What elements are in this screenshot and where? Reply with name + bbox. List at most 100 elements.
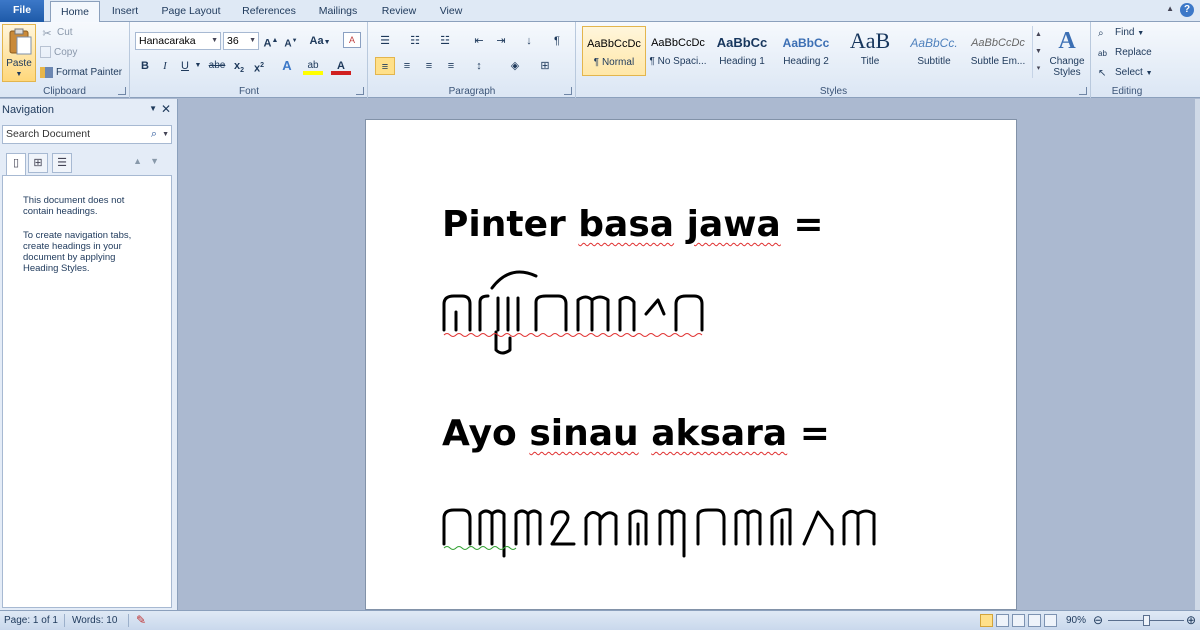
help-icon[interactable]: ? — [1180, 3, 1194, 17]
tab-mailings[interactable]: Mailings — [310, 1, 366, 22]
word-count[interactable]: Words: 10 — [72, 611, 117, 630]
style-heading-2[interactable]: AaBbCc Heading 2 — [774, 26, 838, 76]
style-heading-1[interactable]: AaBbCc Heading 1 — [710, 26, 774, 76]
paragraph-launcher-icon[interactable] — [564, 87, 572, 95]
styles-group-label: Styles — [819, 86, 848, 97]
tab-review[interactable]: Review — [374, 1, 424, 22]
vertical-scrollbar[interactable] — [1195, 99, 1200, 610]
zoom-slider-thumb[interactable] — [1143, 615, 1150, 626]
page-count[interactable]: Page: 1 of 1 — [4, 611, 58, 630]
align-left-icon[interactable]: ≡ — [375, 57, 395, 75]
tab-insert[interactable]: Insert — [104, 1, 146, 22]
align-right-icon[interactable]: ≡ — [419, 57, 439, 75]
zoom-level[interactable]: 90% — [1066, 611, 1086, 630]
zoom-in-icon[interactable]: ⊕ — [1186, 611, 1196, 630]
show-formatting-icon[interactable]: ¶ — [547, 32, 567, 50]
navigation-body: This document does not contain headings.… — [2, 175, 172, 608]
chevron-up-icon[interactable]: ▲ — [133, 156, 150, 166]
change-styles-button[interactable]: A Change Styles — [1046, 26, 1088, 82]
misspelled-word[interactable]: aksara — [651, 413, 787, 454]
tab-page-layout[interactable]: Page Layout — [154, 1, 228, 22]
highlight-icon[interactable]: ab — [303, 57, 323, 75]
proofing-icon[interactable]: ✎ — [136, 611, 146, 630]
tab-file[interactable]: File — [0, 0, 44, 22]
styles-launcher-icon[interactable] — [1079, 87, 1087, 95]
chevron-down-icon[interactable]: ▼ — [149, 104, 157, 113]
select-button[interactable]: ↖ Select ▼ — [1098, 64, 1153, 82]
nav-arrows[interactable]: ▲▼ — [133, 156, 167, 166]
increase-indent-icon[interactable]: ⇥ — [491, 32, 511, 50]
font-size-select[interactable]: 36 ▼ — [223, 32, 259, 50]
find-button[interactable]: ⌕ Find ▼ — [1098, 24, 1144, 42]
style-subtitle[interactable]: AaBbCc. Subtitle — [902, 26, 966, 76]
tab-results[interactable]: ☰ — [52, 153, 72, 173]
tab-pages[interactable]: ⊞ — [28, 153, 48, 173]
close-icon[interactable]: ✕ — [161, 102, 171, 116]
misspelled-word[interactable]: basa — [578, 204, 674, 245]
draft-icon[interactable] — [1044, 614, 1057, 627]
ribbon-minimize-icon[interactable]: ▲ — [1166, 4, 1174, 13]
shading-icon[interactable]: ◈ — [505, 57, 525, 75]
format-painter-button[interactable]: Format Painter — [40, 64, 122, 82]
line-spacing-icon[interactable]: ↕ — [469, 57, 489, 75]
paste-button[interactable]: Paste ▼ — [2, 24, 36, 82]
shrink-font-icon[interactable]: A▼ — [281, 32, 301, 50]
align-center-icon[interactable]: ≡ — [397, 57, 417, 75]
grow-font-icon[interactable]: A▲ — [261, 32, 281, 50]
text-effects-icon[interactable]: A — [277, 57, 297, 75]
full-screen-reading-icon[interactable] — [996, 614, 1009, 627]
misspelled-word[interactable]: sinau — [529, 413, 638, 454]
borders-icon[interactable]: ⊞ — [535, 57, 555, 75]
copy-button[interactable]: Copy — [40, 44, 77, 62]
paragraph-group-label: Paragraph — [448, 86, 496, 97]
chevron-down-icon[interactable]: ▼ — [162, 126, 169, 143]
decrease-indent-icon[interactable]: ⇤ — [469, 32, 489, 50]
style-normal[interactable]: AaBbCcDc ¶ Normal — [582, 26, 646, 76]
chevron-down-icon[interactable]: ▼ — [150, 156, 167, 166]
justify-icon[interactable]: ≡ — [441, 57, 461, 75]
strikethrough-icon[interactable]: abe — [207, 57, 227, 75]
sort-icon[interactable]: ↓ — [519, 32, 539, 50]
tab-references[interactable]: References — [236, 1, 302, 22]
italic-icon[interactable]: I — [155, 57, 175, 75]
font-launcher-icon[interactable] — [356, 87, 364, 95]
multilevel-list-icon[interactable]: ☳ — [435, 32, 455, 50]
style-subtle-emphasis[interactable]: AaBbCcDc Subtle Em... — [966, 26, 1030, 76]
bullets-icon[interactable]: ☰ — [375, 32, 395, 50]
document-line-2[interactable]: Ayo sinau aksara = — [442, 413, 830, 454]
tab-home[interactable]: Home — [50, 1, 100, 23]
javanese-script-line-2[interactable] — [440, 490, 890, 570]
change-case-button[interactable]: Aa▼ — [307, 32, 333, 50]
more-icon[interactable]: ▾ — [1033, 60, 1044, 77]
misspelled-word[interactable]: jawa — [687, 204, 781, 245]
tab-view[interactable]: View — [430, 1, 472, 22]
numbering-icon[interactable]: ☷ — [405, 32, 425, 50]
zoom-out-icon[interactable]: ⊖ — [1093, 611, 1103, 630]
clear-formatting-icon[interactable]: A — [343, 32, 361, 48]
paste-dropdown-icon[interactable]: ▼ — [3, 71, 35, 78]
document-line-1[interactable]: Pinter basa jawa = — [442, 204, 824, 245]
subscript-icon[interactable]: x2 — [229, 57, 249, 75]
font-family-select[interactable]: Hanacaraka ▼ — [135, 32, 221, 50]
superscript-icon[interactable]: x2 — [249, 57, 269, 75]
chevron-down-icon[interactable]: ▼ — [1033, 43, 1044, 60]
bold-icon[interactable]: B — [135, 57, 155, 75]
cut-button[interactable]: ✂ Cut — [40, 24, 72, 42]
styles-gallery-scroll[interactable]: ▲ ▼ ▾ — [1032, 26, 1044, 78]
underline-icon[interactable]: U — [175, 57, 195, 75]
clipboard-launcher-icon[interactable] — [118, 87, 126, 95]
javanese-script-line-1[interactable] — [440, 268, 710, 358]
print-layout-icon[interactable] — [980, 614, 993, 627]
style-no-spacing[interactable]: AaBbCcDc ¶ No Spaci... — [646, 26, 710, 76]
outline-icon[interactable] — [1028, 614, 1041, 627]
font-group-label: Font — [238, 86, 259, 97]
tab-headings[interactable]: ▯ — [6, 153, 26, 175]
replace-button[interactable]: ab Replace — [1098, 44, 1152, 62]
web-layout-icon[interactable] — [1012, 614, 1025, 627]
chevron-up-icon[interactable]: ▲ — [1033, 26, 1044, 43]
style-title[interactable]: AaB Title — [838, 26, 902, 76]
search-input[interactable]: Search Document ⌕ ▼ — [2, 125, 172, 144]
search-icon[interactable]: ⌕ — [151, 126, 157, 143]
font-color-icon[interactable]: A — [331, 57, 351, 75]
underline-dropdown-icon[interactable]: ▼ — [193, 57, 203, 75]
